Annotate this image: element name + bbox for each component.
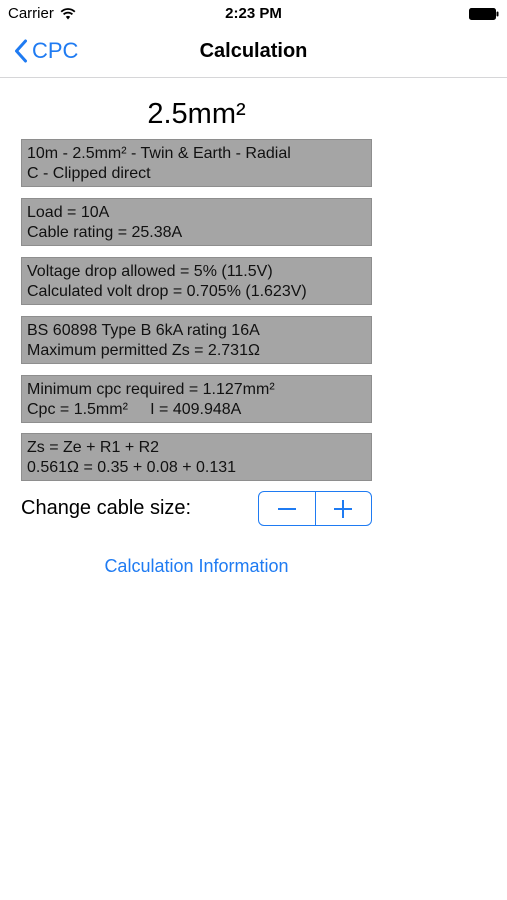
status-time: 2:23 PM (225, 5, 282, 22)
cpc-box: Minimum cpc required = 1.127mm² Cpc = 1.… (21, 375, 372, 423)
box-line-2: C - Clipped direct (27, 165, 151, 182)
navigation-bar: CPC Calculation (0, 28, 507, 78)
zs-formula-box: Zs = Ze + R1 + R2 0.561Ω = 0.35 + 0.08 +… (21, 433, 372, 481)
page-title: Calculation (199, 40, 308, 62)
box-line-2: Cable rating = 25.38A (27, 224, 183, 241)
battery-icon (469, 8, 499, 20)
box-line-2: 0.561Ω = 0.35 + 0.08 + 0.131 (27, 459, 237, 476)
increment-button[interactable] (314, 492, 372, 525)
breaker-zs-box: BS 60898 Type B 6kA rating 16A Maximum p… (21, 316, 372, 364)
change-cable-size-label: Change cable size: (21, 497, 192, 519)
box-line-1: 10m - 2.5mm² - Twin & Earth - Radial (27, 145, 291, 162)
voltage-drop-box: Voltage drop allowed = 5% (11.5V) Calcul… (21, 257, 372, 305)
plus-icon (334, 499, 353, 518)
calculation-information-link[interactable]: Calculation Information (21, 556, 372, 577)
box-line-1: BS 60898 Type B 6kA rating 16A (27, 322, 260, 339)
load-rating-box: Load = 10A Cable rating = 25.38A (21, 198, 372, 246)
box-line-2: Calculated volt drop = 0.705% (1.623V) (27, 283, 307, 300)
status-bar: Carrier 2:23 PM (0, 0, 507, 28)
decrement-button[interactable] (259, 492, 315, 525)
box-line-1: Voltage drop allowed = 5% (11.5V) (27, 263, 273, 280)
cable-summary-box: 10m - 2.5mm² - Twin & Earth - Radial C -… (21, 139, 372, 187)
box-line-1: Minimum cpc required = 1.127mm² (27, 381, 275, 398)
cable-size-stepper[interactable] (258, 491, 372, 526)
box-line-1: Load = 10A (27, 204, 110, 221)
minus-icon (277, 507, 296, 510)
box-line-2: Maximum permitted Zs = 2.731Ω (27, 342, 260, 359)
box-line-1: Zs = Ze + R1 + R2 (27, 439, 160, 456)
cable-size-heading: 2.5mm² (147, 98, 246, 130)
box-line-2: Cpc = 1.5mm² I = 409.948A (27, 401, 242, 418)
